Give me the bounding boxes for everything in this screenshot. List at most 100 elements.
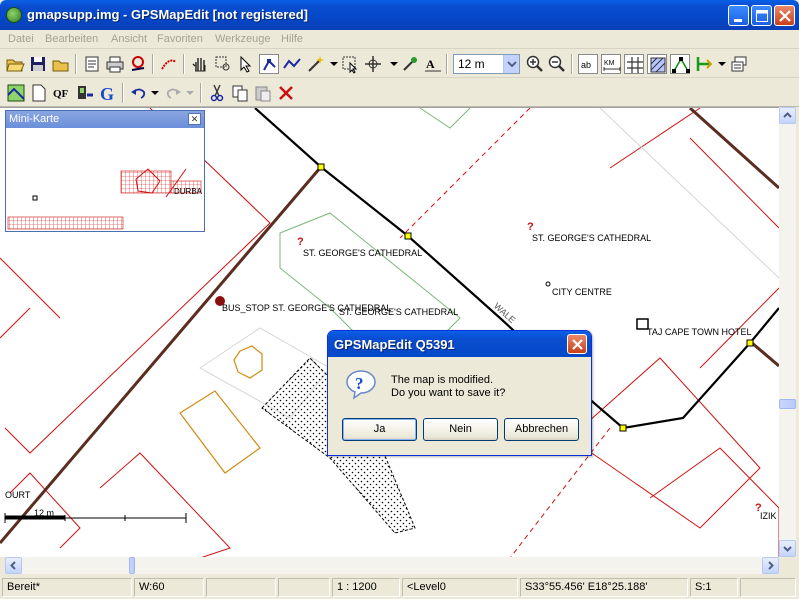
polyline-icon: [283, 58, 301, 69]
status-level: <Level0: [402, 578, 518, 597]
dialog-message-line-1: The map is modified.: [391, 374, 494, 386]
poi-outlines: [179, 345, 263, 474]
map-properties-icon: [85, 56, 99, 72]
svg-text:?: ?: [297, 236, 304, 248]
road-brown-3: [751, 341, 779, 368]
status-width: W:60: [134, 578, 204, 597]
new-map-button[interactable]: [29, 83, 49, 103]
dialog-body: ? The map is modified. Do you want to sa…: [331, 357, 588, 453]
minimap-title: Mini-Karte: [6, 111, 204, 128]
show-grid-button[interactable]: [624, 54, 644, 74]
vertical-scroll-thumb[interactable]: [779, 399, 796, 409]
map-label-cathedral-1: ST. GEORGE'S CATHEDRAL: [303, 248, 423, 258]
menu-bearbeiten[interactable]: Bearbeiten: [45, 33, 98, 45]
window-title: gmapsupp.img - GPSMapEdit [not registere…: [27, 7, 308, 22]
zoom-in-button[interactable]: [525, 54, 545, 74]
minimap-close-button[interactable]: ✕: [188, 113, 201, 125]
horizontal-scrollbar[interactable]: [5, 557, 779, 574]
cut-button[interactable]: [207, 83, 227, 103]
menu-datei[interactable]: Datei: [8, 33, 34, 45]
routing-button[interactable]: [694, 54, 714, 74]
cancel-button[interactable]: Abbrechen: [504, 418, 579, 441]
app-globe-icon: [6, 7, 22, 23]
horizontal-scroll-thumb[interactable]: [129, 557, 135, 574]
svg-text:A: A: [426, 57, 435, 71]
no-button[interactable]: Nein: [423, 418, 498, 441]
road-brown-2: [688, 108, 779, 190]
delete-x-icon: [279, 86, 293, 100]
dialog-message-line-2: Do you want to save it?: [391, 387, 506, 399]
menu-ansicht[interactable]: Ansicht: [111, 33, 147, 45]
scroll-right-button[interactable]: [762, 557, 779, 574]
move-button[interactable]: [363, 54, 383, 74]
map-view-icon: [7, 84, 25, 102]
scroll-up-button[interactable]: [779, 107, 796, 124]
toolbar-separator: [446, 54, 448, 74]
title-bar: gmapsupp.img - GPSMapEdit [not registere…: [0, 0, 799, 30]
copy-button[interactable]: [230, 83, 250, 103]
track-button[interactable]: [159, 54, 179, 74]
print-button[interactable]: [105, 54, 125, 74]
transform-button[interactable]: [128, 54, 148, 74]
zoom-out-button[interactable]: [547, 54, 567, 74]
edit-nodes-icon: [263, 59, 276, 71]
status-state: Bereit*: [2, 578, 132, 597]
vertical-scrollbar[interactable]: [779, 107, 796, 557]
redo-icon: [166, 88, 181, 99]
svg-text:?: ?: [527, 221, 534, 233]
close-icon: ✕: [190, 114, 199, 124]
edit-nodes-button[interactable]: [259, 54, 279, 74]
google-button[interactable]: G: [98, 83, 118, 104]
scroll-down-button[interactable]: [779, 540, 796, 557]
scroll-left-button[interactable]: [5, 557, 22, 574]
minimap-label: DURBA: [174, 187, 203, 196]
properties-button[interactable]: [82, 54, 102, 74]
show-labels-button[interactable]: ab: [578, 54, 598, 74]
menu-favoriten[interactable]: Favoriten: [157, 33, 203, 45]
nodes-icon: [672, 57, 690, 73]
magic-wand-button[interactable]: [305, 54, 325, 74]
dialog-close-button[interactable]: [567, 334, 587, 354]
select-objects-button[interactable]: [340, 54, 360, 74]
label-button[interactable]: A: [423, 54, 443, 74]
zoom-level-select[interactable]: 12 m: [453, 54, 520, 74]
svg-text:?: ?: [355, 374, 364, 393]
layers-icon: [731, 56, 747, 72]
fill-polygons-button[interactable]: [647, 54, 667, 74]
map-view-button[interactable]: [6, 83, 26, 103]
add-point-button[interactable]: [400, 54, 420, 74]
open-file-button[interactable]: [5, 54, 25, 74]
close-file-button[interactable]: [51, 54, 71, 74]
toolbar-separator: [183, 54, 185, 74]
maximize-icon: [756, 10, 768, 22]
delete-button[interactable]: [276, 83, 296, 103]
maximize-button[interactable]: [751, 5, 772, 26]
redo-button[interactable]: [163, 83, 183, 103]
menu-hilfe[interactable]: Hilfe: [281, 33, 303, 45]
show-scale-button[interactable]: KM: [601, 54, 621, 74]
yes-button[interactable]: Ja: [342, 418, 417, 441]
chevron-down-icon: [783, 546, 792, 552]
undo-button[interactable]: [129, 83, 149, 103]
menu-werkzeuge[interactable]: Werkzeuge: [215, 33, 270, 45]
create-polyline-button[interactable]: [282, 54, 302, 74]
garmin-button[interactable]: [75, 83, 95, 103]
scale-km-icon: KM: [603, 60, 621, 71]
close-button[interactable]: [774, 5, 795, 26]
chevron-up-icon: [783, 112, 792, 118]
select-tool-button[interactable]: [236, 54, 256, 74]
paste-button[interactable]: [253, 83, 273, 103]
qf-button[interactable]: QF: [52, 83, 72, 103]
close-icon: [779, 10, 791, 22]
chevron-down-icon: [503, 55, 519, 73]
pan-tool-button[interactable]: [190, 54, 210, 74]
zoom-rect-button[interactable]: [213, 54, 233, 74]
hand-icon: [192, 58, 206, 72]
save-button[interactable]: [28, 54, 48, 74]
minimize-button[interactable]: [728, 5, 749, 26]
svg-text:ab: ab: [581, 60, 591, 70]
hatch-fill-icon: [650, 57, 666, 73]
show-nodes-button[interactable]: [670, 54, 690, 74]
minimap-panel[interactable]: Mini-Karte ✕ DURBA: [5, 110, 205, 232]
layers-button[interactable]: [729, 54, 749, 74]
